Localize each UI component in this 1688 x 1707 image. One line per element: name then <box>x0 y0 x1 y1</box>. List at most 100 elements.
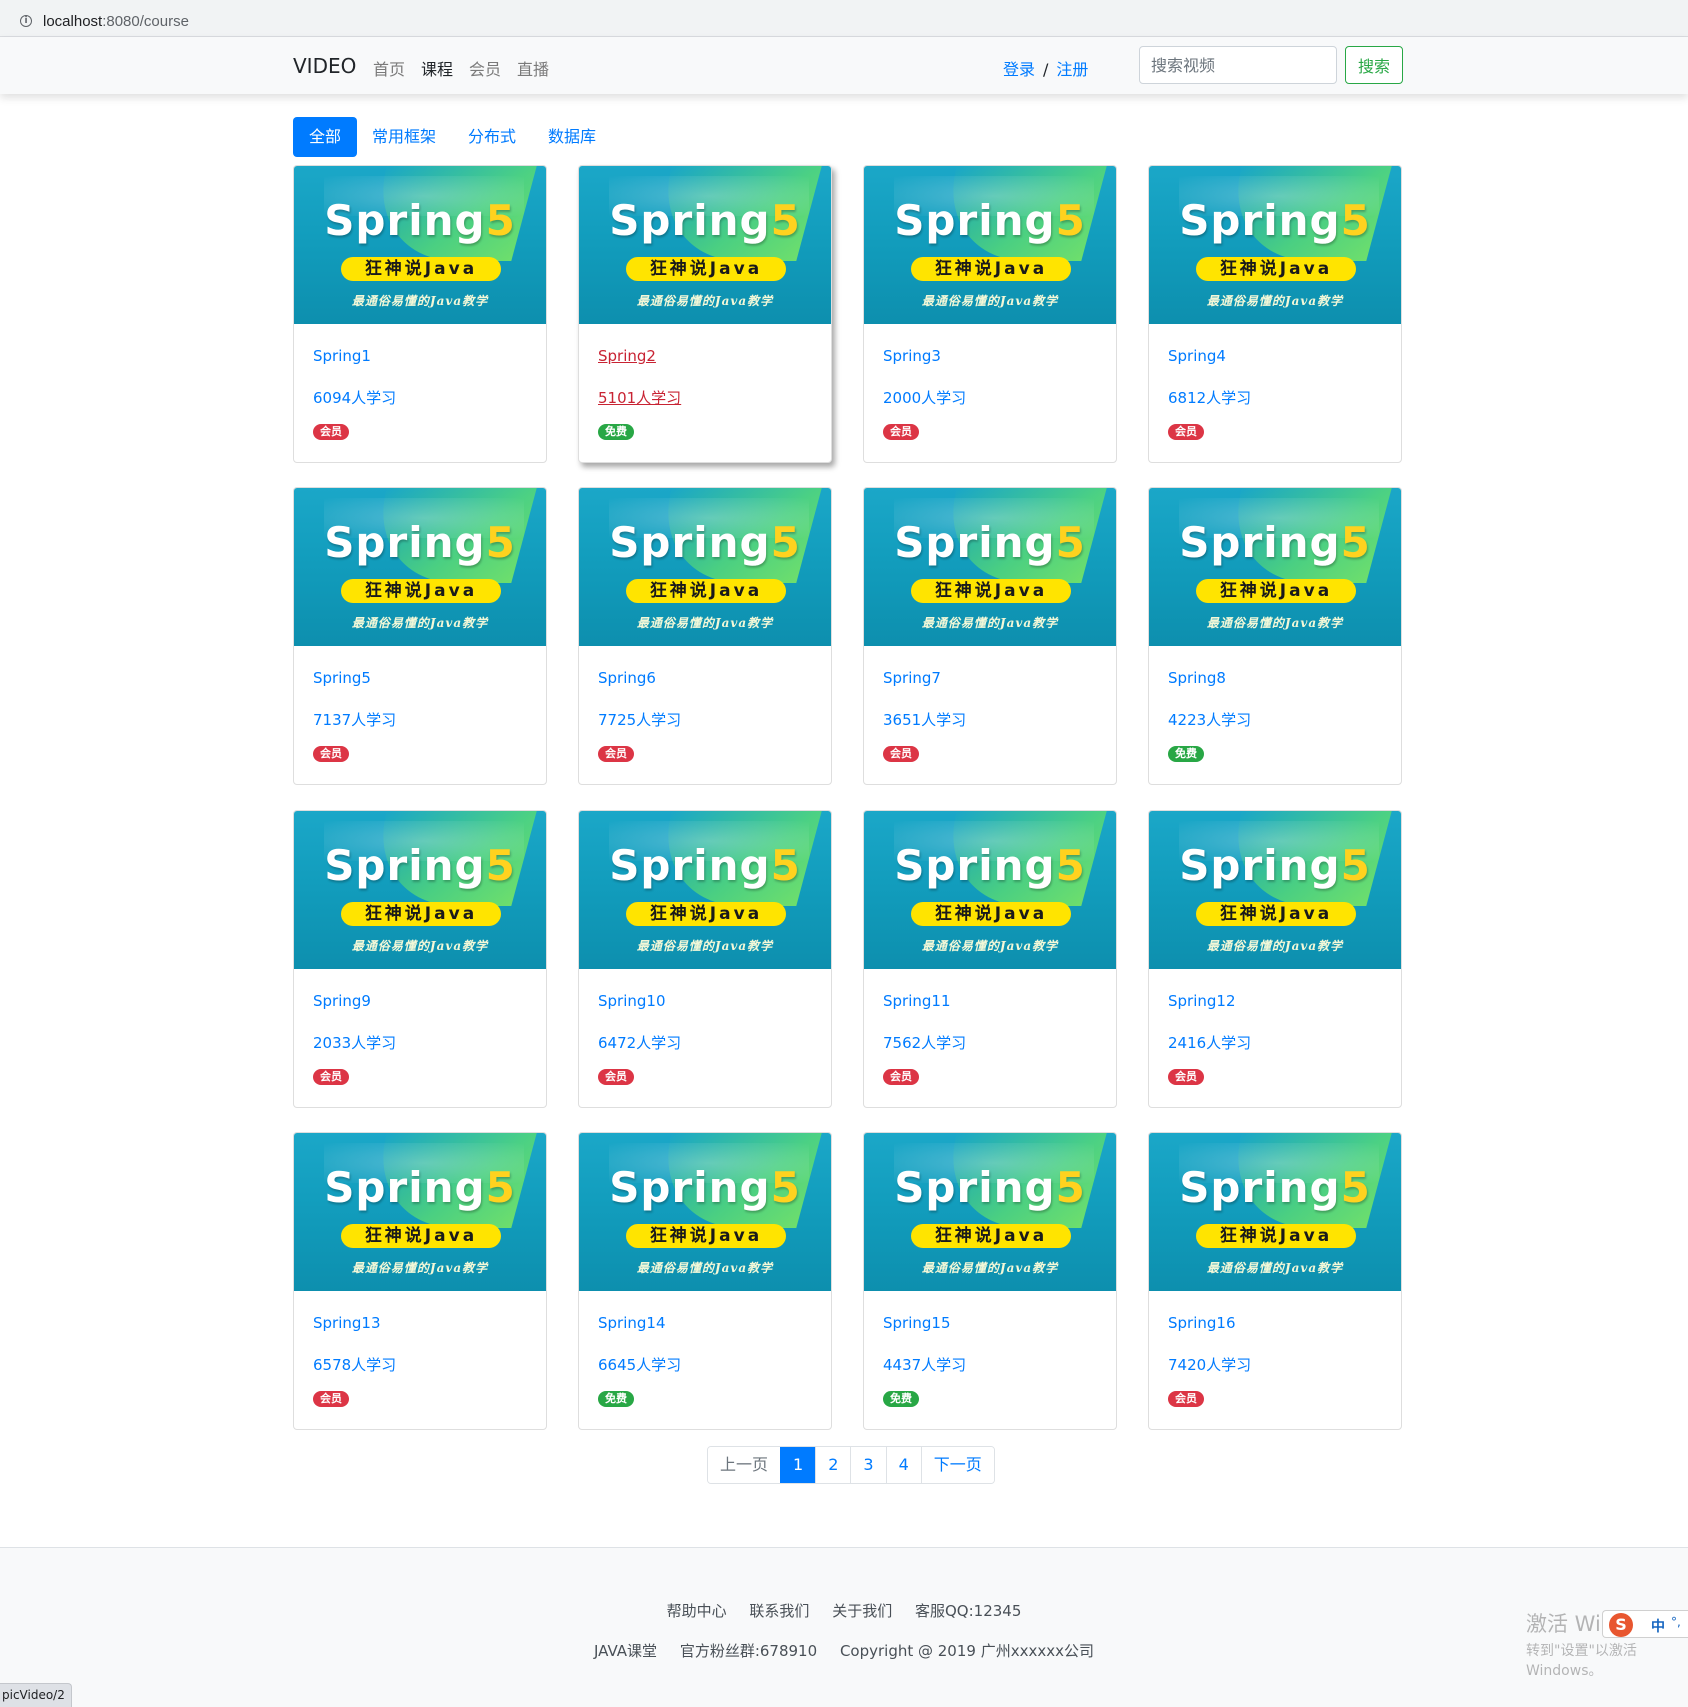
course-access-badge: 会员 <box>313 424 349 440</box>
course-learners-link[interactable]: 7725人学习 <box>598 709 681 730</box>
category-frameworks[interactable]: 常用框架 <box>356 117 452 157</box>
course-thumbnail[interactable]: Spring5 狂神说Java 最通俗易懂的Java教学 <box>294 811 546 969</box>
login-link[interactable]: 登录 <box>1003 60 1035 79</box>
brand-logo[interactable]: VIDEO <box>293 54 356 78</box>
course-card[interactable]: Spring5 狂神说Java 最通俗易懂的Java教学 Spring7 3651人学习… <box>863 487 1117 785</box>
nav-link-membership[interactable]: 会员 <box>469 56 501 80</box>
course-learners-link[interactable]: 5101人学习 <box>598 387 681 408</box>
course-learners-link[interactable]: 7137人学习 <box>313 709 396 730</box>
course-learners-link[interactable]: 6578人学习 <box>313 1354 396 1375</box>
sogou-logo-icon[interactable]: S <box>1609 1613 1633 1637</box>
course-thumbnail[interactable]: Spring5 狂神说Java 最通俗易懂的Java教学 <box>864 488 1116 646</box>
nav-link-live[interactable]: 直播 <box>517 56 549 80</box>
thumbnail-slogan: 最通俗易懂的Java教学 <box>1206 1261 1344 1275</box>
footer-contact[interactable]: 联系我们 <box>749 1602 809 1620</box>
ime-toolbar[interactable]: S 中 °, <box>1602 1610 1688 1638</box>
course-title-link[interactable]: Spring12 <box>1168 992 1236 1010</box>
course-learners-link[interactable]: 3651人学习 <box>883 709 966 730</box>
course-thumbnail[interactable]: Spring5 狂神说Java 最通俗易懂的Java教学 <box>579 488 831 646</box>
course-learners-link[interactable]: 6472人学习 <box>598 1032 681 1053</box>
page-prev[interactable]: 上一页 <box>708 1447 781 1483</box>
thumbnail-ribbon: 狂神说Java <box>341 579 501 603</box>
info-icon[interactable]: i <box>20 15 32 27</box>
course-learners-link[interactable]: 4437人学习 <box>883 1354 966 1375</box>
footer-about[interactable]: 关于我们 <box>832 1602 892 1620</box>
ime-punctuation-toggle[interactable]: °, <box>1671 1615 1681 1629</box>
page-1[interactable]: 1 <box>780 1447 816 1483</box>
course-learners-link[interactable]: 2033人学习 <box>313 1032 396 1053</box>
course-access-badge: 免费 <box>598 424 634 440</box>
course-thumbnail[interactable]: Spring5 狂神说Java 最通俗易懂的Java教学 <box>864 811 1116 969</box>
register-link[interactable]: 注册 <box>1056 60 1088 79</box>
course-learners-link[interactable]: 4223人学习 <box>1168 709 1251 730</box>
page-4[interactable]: 4 <box>885 1447 921 1483</box>
course-title-link[interactable]: Spring5 <box>313 669 371 687</box>
page-2[interactable]: 2 <box>815 1447 851 1483</box>
course-title-link[interactable]: Spring9 <box>313 992 371 1010</box>
nav-link-courses[interactable]: 课程 <box>421 56 453 80</box>
course-learners-link[interactable]: 6812人学习 <box>1168 387 1251 408</box>
page-next[interactable]: 下一页 <box>920 1447 994 1483</box>
course-card[interactable]: Spring5 狂神说Java 最通俗易懂的Java教学 Spring8 4223人学习… <box>1148 487 1402 785</box>
course-card[interactable]: Spring5 狂神说Java 最通俗易懂的Java教学 Spring15 4437人学… <box>863 1132 1117 1430</box>
course-card[interactable]: Spring5 狂神说Java 最通俗易懂的Java教学 Spring10 6472人学… <box>578 810 832 1108</box>
footer-help[interactable]: 帮助中心 <box>667 1602 727 1620</box>
course-card[interactable]: Spring5 狂神说Java 最通俗易懂的Java教学 Spring14 6645人学… <box>578 1132 832 1430</box>
course-title-link[interactable]: Spring15 <box>883 1314 951 1332</box>
course-learners-link[interactable]: 6645人学习 <box>598 1354 681 1375</box>
course-thumbnail[interactable]: Spring5 狂神说Java 最通俗易懂的Java教学 <box>864 1133 1116 1291</box>
category-database[interactable]: 数据库 <box>532 117 612 157</box>
course-card[interactable]: Spring5 狂神说Java 最通俗易懂的Java教学 Spring2 5101人学习… <box>578 165 832 463</box>
course-card[interactable]: Spring5 狂神说Java 最通俗易懂的Java教学 Spring11 7562人学… <box>863 810 1117 1108</box>
category-all[interactable]: 全部 <box>293 117 358 157</box>
course-learners-link[interactable]: 7420人学习 <box>1168 1354 1251 1375</box>
course-card[interactable]: Spring5 狂神说Java 最通俗易懂的Java教学 Spring6 7725人学习… <box>578 487 832 785</box>
course-card[interactable]: Spring5 狂神说Java 最通俗易懂的Java教学 Spring9 2033人学习… <box>293 810 547 1108</box>
course-card[interactable]: Spring5 狂神说Java 最通俗易懂的Java教学 Spring16 7420人学… <box>1148 1132 1402 1430</box>
course-learners-link[interactable]: 2000人学习 <box>883 387 966 408</box>
course-thumbnail[interactable]: Spring5 狂神说Java 最通俗易懂的Java教学 <box>1149 1133 1401 1291</box>
course-card[interactable]: Spring5 狂神说Java 最通俗易懂的Java教学 Spring13 6578人学… <box>293 1132 547 1430</box>
course-title-link[interactable]: Spring11 <box>883 992 951 1010</box>
course-learners-link[interactable]: 6094人学习 <box>313 387 396 408</box>
course-title-link[interactable]: Spring8 <box>1168 669 1226 687</box>
course-card[interactable]: Spring5 狂神说Java 最通俗易懂的Java教学 Spring12 2416人学… <box>1148 810 1402 1108</box>
course-title-link[interactable]: Spring3 <box>883 347 941 365</box>
course-learners-link[interactable]: 2416人学习 <box>1168 1032 1251 1053</box>
course-title-link[interactable]: Spring14 <box>598 1314 666 1332</box>
course-card[interactable]: Spring5 狂神说Java 最通俗易懂的Java教学 Spring4 6812人学习… <box>1148 165 1402 463</box>
course-thumbnail[interactable]: Spring5 狂神说Java 最通俗易懂的Java教学 <box>1149 166 1401 324</box>
course-learners-link[interactable]: 7562人学习 <box>883 1032 966 1053</box>
omnibox[interactable]: i localhost:8080/course <box>6 4 1688 33</box>
course-thumbnail[interactable]: Spring5 狂神说Java 最通俗易懂的Java教学 <box>579 166 831 324</box>
course-title-link[interactable]: Spring7 <box>883 669 941 687</box>
course-thumbnail[interactable]: Spring5 狂神说Java 最通俗易懂的Java教学 <box>294 1133 546 1291</box>
course-title-link[interactable]: Spring4 <box>1168 347 1226 365</box>
search-input[interactable] <box>1139 46 1337 84</box>
course-thumbnail[interactable]: Spring5 狂神说Java 最通俗易懂的Java教学 <box>1149 488 1401 646</box>
course-card[interactable]: Spring5 狂神说Java 最通俗易懂的Java教学 Spring3 2000人学习… <box>863 165 1117 463</box>
course-thumbnail[interactable]: Spring5 狂神说Java 最通俗易懂的Java教学 <box>1149 811 1401 969</box>
course-title-link[interactable]: Spring2 <box>598 347 656 365</box>
search-button[interactable]: 搜索 <box>1345 46 1403 84</box>
course-title-link[interactable]: Spring1 <box>313 347 371 365</box>
course-thumbnail[interactable]: Spring5 狂神说Java 最通俗易懂的Java教学 <box>864 166 1116 324</box>
course-thumbnail[interactable]: Spring5 狂神说Java 最通俗易懂的Java教学 <box>579 811 831 969</box>
course-card[interactable]: Spring5 狂神说Java 最通俗易懂的Java教学 Spring1 6094人学习… <box>293 165 547 463</box>
thumbnail-title: Spring5 <box>1179 196 1371 245</box>
course-title-link[interactable]: Spring6 <box>598 669 656 687</box>
nav-link-home[interactable]: 首页 <box>373 56 405 80</box>
course-access-badge: 会员 <box>598 1069 634 1085</box>
course-thumbnail[interactable]: Spring5 狂神说Java 最通俗易懂的Java教学 <box>294 166 546 324</box>
course-title-link[interactable]: Spring10 <box>598 992 666 1010</box>
thumbnail-title: Spring5 <box>609 196 801 245</box>
course-thumbnail[interactable]: Spring5 狂神说Java 最通俗易懂的Java教学 <box>294 488 546 646</box>
url-text[interactable]: localhost:8080/course <box>43 13 189 30</box>
course-thumbnail[interactable]: Spring5 狂神说Java 最通俗易懂的Java教学 <box>579 1133 831 1291</box>
page-3[interactable]: 3 <box>850 1447 886 1483</box>
course-card[interactable]: Spring5 狂神说Java 最通俗易懂的Java教学 Spring5 7137人学习… <box>293 487 547 785</box>
category-distributed[interactable]: 分布式 <box>452 117 532 157</box>
ime-language-toggle[interactable]: 中 <box>1651 1616 1665 1636</box>
course-title-link[interactable]: Spring13 <box>313 1314 381 1332</box>
course-title-link[interactable]: Spring16 <box>1168 1314 1236 1332</box>
